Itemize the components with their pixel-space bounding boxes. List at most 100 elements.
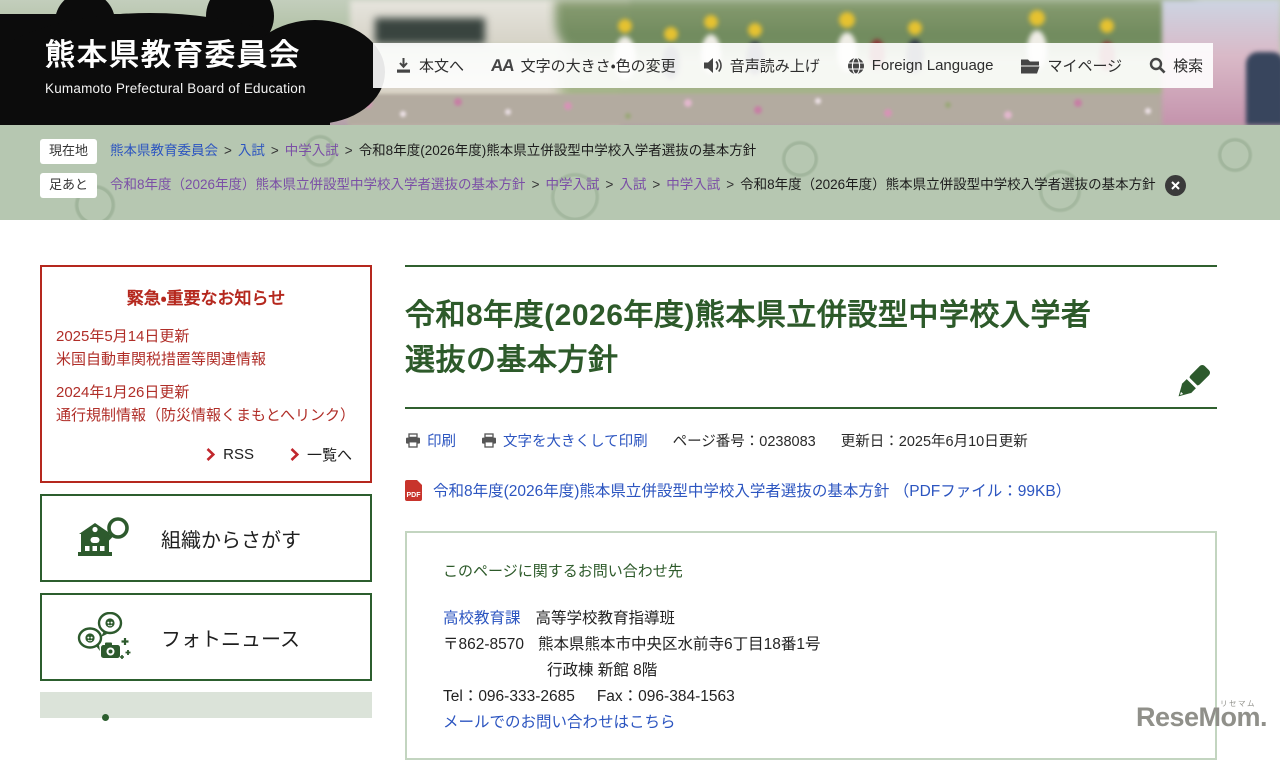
- breadcrumb-link[interactable]: 熊本県教育委員会: [110, 143, 218, 158]
- breadcrumb-separator: >: [652, 177, 661, 193]
- footprint-link[interactable]: 中学入試: [666, 177, 720, 192]
- department-link[interactable]: 高校教育課: [443, 610, 521, 627]
- nav-item-label: 音声読み上げ: [729, 58, 820, 75]
- breadcrumb-separator: >: [531, 177, 540, 193]
- emergency-item-date: 2024年1月26日更新: [56, 384, 190, 401]
- nav-item-to-content[interactable]: 本文へ: [395, 55, 464, 76]
- nav-item-my-page[interactable]: マイページ: [1020, 55, 1122, 76]
- postal-code: 〒862-8570: [443, 636, 525, 654]
- site-title: 熊本県教育委員会: [45, 39, 301, 72]
- emergency-item[interactable]: 2025年5月14日更新 米国自動車関税措置等関連情報: [56, 326, 356, 371]
- organization-search-icon: [78, 517, 129, 556]
- resemom-watermark: リセマム ReseMom.: [1136, 699, 1268, 733]
- pdf-download-link[interactable]: 令和8年度(2026年度)熊本県立併設型中学校入学者選抜の基本方針 （PDFファ…: [433, 479, 1071, 501]
- contact-address-line2: 行政棟 新館 8階: [443, 658, 1179, 684]
- nav-item-label: マイページ: [1047, 58, 1123, 75]
- chevron-right-icon: [290, 448, 299, 461]
- nav-item-label: Foreign Language: [871, 57, 994, 74]
- breadcrumb-trail: 熊本県教育委員会 > 入試 > 中学入試 > 令和8年度(2026年度)熊本県立併設型中学校…: [110, 139, 756, 162]
- speaker-icon: [703, 58, 722, 73]
- breadcrumb-separator: >: [270, 143, 279, 158]
- breadcrumb-link[interactable]: 入試: [238, 143, 265, 158]
- contact-address-line: 〒862-8570 熊本県熊本市中央区水前寺6丁目18番1号: [443, 632, 1179, 658]
- emergency-notice-box: 緊急・重要なお知らせ 2025年5月14日更新 米国自動車関税措置等関連情報 2…: [40, 265, 372, 483]
- print-large-label: 文字を大きくして印刷: [503, 434, 648, 450]
- mail-inquiry-link[interactable]: メールでのお問い合わせはこちら: [443, 710, 676, 736]
- title-block: 令和8年度(2026年度)熊本県立併設型中学校入学者選抜の基本方針: [405, 265, 1217, 409]
- address: 熊本県熊本市中央区水前寺6丁目18番1号: [538, 636, 821, 654]
- text-size-icon: AA: [490, 55, 515, 75]
- address2: 行政棟 新館 8階: [547, 662, 658, 680]
- emergency-item[interactable]: 2024年1月26日更新 通行規制情報（防災情報くまもとへリンク）: [56, 382, 356, 427]
- sidebar-item-label: フォトニュース: [161, 628, 300, 651]
- print-label: 印刷: [427, 434, 456, 450]
- sidebar-item-label: 組織からさがす: [161, 529, 301, 552]
- printer-icon: [482, 433, 496, 448]
- contact-tel-line: Tel：096-333-2685 Fax：096-384-1563: [443, 684, 1179, 710]
- contact-box: このページに関するお問い合わせ先 高校教育課 高等学校教育指導班 〒862-857…: [405, 531, 1217, 760]
- nav-item-text-size[interactable]: AA 文字の大きさ・色の変更: [490, 55, 676, 76]
- breadcrumb-link[interactable]: 中学入試: [285, 143, 339, 158]
- fax: Fax：096-384-1563: [596, 688, 735, 706]
- contact-department-line: 高校教育課 高等学校教育指導班: [443, 606, 1179, 632]
- site-subtitle: Kumamoto Prefectural Board of Education: [45, 81, 306, 96]
- footprint-link[interactable]: 入試: [619, 177, 646, 192]
- sidebar: 緊急・重要なお知らせ 2025年5月14日更新 米国自動車関税措置等関連情報 2…: [40, 265, 372, 721]
- emergency-links: RSS 一覧へ: [56, 444, 356, 465]
- site-header: 熊本県教育委員会 Kumamoto Prefectural Board of E…: [0, 0, 1280, 125]
- nav-item-foreign-language[interactable]: Foreign Language: [847, 56, 994, 75]
- folder-icon: [1021, 59, 1040, 73]
- sidebar-item-organization-search[interactable]: 組織からさがす: [40, 494, 372, 582]
- contact-heading: このページに関するお問い合わせ先: [443, 563, 683, 580]
- print-large-link[interactable]: 文字を大きくして印刷: [481, 430, 648, 451]
- emergency-item-text: 米国自動車関税措置等関連情報: [56, 350, 267, 368]
- notice-list-link[interactable]: 一覧へ: [290, 444, 352, 465]
- breadcrumb-current-page: 令和8年度(2026年度)熊本県立併設型中学校入学者選抜の基本方針: [358, 143, 757, 158]
- main-content: 令和8年度(2026年度)熊本県立併設型中学校入学者選抜の基本方針 印刷 文字を…: [405, 265, 1217, 760]
- nav-item-label: 本文へ: [419, 58, 465, 75]
- current-location-badge: 現在地: [40, 139, 98, 165]
- sidebar-item-partial[interactable]: [40, 692, 372, 721]
- page-content: 緊急・重要なお知らせ 2025年5月14日更新 米国自動車関税措置等関連情報 2…: [0, 220, 1280, 760]
- sidebar-item-photo-news[interactable]: フォトニュース: [40, 593, 372, 681]
- pdf-file-icon: PDF: [405, 479, 422, 501]
- rss-link[interactable]: RSS: [206, 444, 254, 465]
- footprints-badge: 足あと: [40, 173, 98, 199]
- print-link[interactable]: 印刷: [405, 430, 456, 451]
- emergency-title: 緊急・重要なお知らせ: [126, 289, 286, 308]
- partial-icon: [102, 714, 109, 721]
- breadcrumb-separator: >: [224, 143, 232, 158]
- download-icon: [397, 58, 410, 73]
- breadcrumb-separator: >: [605, 177, 614, 193]
- footprint-current-page: 令和8年度（2026年度）熊本県立併設型中学校入学者選抜の基本方針: [740, 177, 1156, 193]
- footprint-link[interactable]: 中学入試: [545, 177, 599, 192]
- emergency-item-date: 2025年5月14日更新: [56, 328, 190, 345]
- printer-icon: [406, 433, 420, 448]
- resemom-ruby: リセマム: [1220, 699, 1256, 708]
- page-title: 令和8年度(2026年度)熊本県立併設型中学校入学者選抜の基本方針: [405, 299, 1092, 377]
- page-meta-row: 印刷 文字を大きくして印刷 ページ番号：0238083 更新日：2025年6月1…: [405, 430, 1217, 451]
- breadcrumb: 現在地 熊本県教育委員会 > 入試 > 中学入試 > 令和8年度(2026年度)熊本県立併設…: [40, 139, 1280, 165]
- header-photo-student: [1246, 52, 1280, 125]
- updated-date: 更新日：2025年6月10日更新: [840, 434, 1028, 450]
- nav-item-read-aloud[interactable]: 音声読み上げ: [703, 55, 820, 76]
- close-icon[interactable]: [1164, 175, 1186, 197]
- notice-list-label: 一覧へ: [306, 447, 352, 464]
- site-logo[interactable]: 熊本県教育委員会 Kumamoto Prefectural Board of E…: [45, 38, 306, 96]
- page-number: ページ番号：0238083: [672, 434, 816, 450]
- nav-item-label: 文字の大きさ・色の変更: [520, 58, 676, 75]
- photo-news-icon: [77, 612, 131, 659]
- breadcrumb-separator: >: [344, 143, 353, 158]
- nav-item-search[interactable]: 検索: [1149, 55, 1203, 76]
- breadcrumb-separator: >: [726, 177, 735, 193]
- chevron-right-icon: [206, 448, 216, 461]
- footprint-link[interactable]: 令和8年度（2026年度）熊本県立併設型中学校入学者選抜の基本方針: [110, 177, 526, 192]
- utility-nav: 本文へ AA 文字の大きさ・色の変更 音声読み上げ Foreign Langua…: [373, 43, 1213, 88]
- header-photo-flower-field: [348, 94, 1280, 125]
- emergency-item-text: 通行規制情報（防災情報くまもとへリンク）: [56, 406, 355, 424]
- pdf-download-row: PDF 令和8年度(2026年度)熊本県立併設型中学校入学者選抜の基本方針 （P…: [405, 479, 1217, 501]
- department-sub: 高等学校教育指導班: [535, 610, 676, 627]
- globe-icon: [847, 56, 864, 75]
- breadcrumb-band: 現在地 熊本県教育委員会 > 入試 > 中学入試 > 令和8年度(2026年度)熊本県立併設…: [0, 125, 1280, 220]
- footprints-trail: 令和8年度（2026年度）熊本県立併設型中学校入学者選抜の基本方針 > 中学入試 > 入…: [110, 173, 1186, 197]
